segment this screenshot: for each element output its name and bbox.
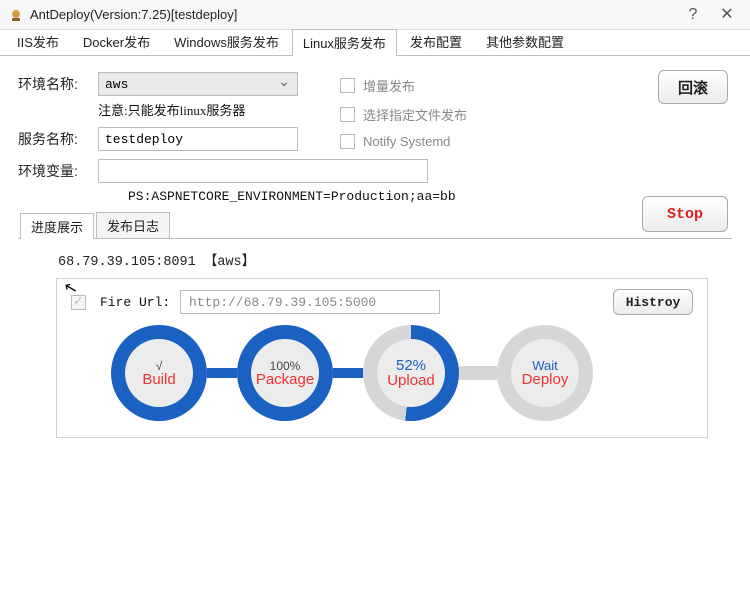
connector [333,368,363,378]
tab-winsvc[interactable]: Windows服务发布 [163,28,290,55]
body-area: 回滚 Stop 增量发布 选择指定文件发布 Notify Systemd 环境名… [0,56,750,438]
connector [207,368,237,378]
titlebar: AntDeploy(Version:7.25)[testdeploy] ? ✕ [0,0,750,30]
env-label: 环境名称: [18,74,98,94]
envvar-label: 环境变量: [18,161,98,181]
option-notify-systemd[interactable]: Notify Systemd [340,134,467,149]
tab-docker[interactable]: Docker发布 [72,28,161,55]
option-select-files[interactable]: 选择指定文件发布 [340,105,467,124]
app-icon [8,7,24,23]
pipeline: √ Build 100% Package 52% [111,325,693,421]
env-select[interactable] [98,72,298,96]
window-title: AntDeploy(Version:7.25)[testdeploy] [30,7,674,22]
connector [459,366,497,380]
checkbox-icon [340,134,355,149]
tab-iis[interactable]: IIS发布 [6,28,70,55]
options-column: 增量发布 选择指定文件发布 Notify Systemd [340,76,467,159]
deploy-box: Fire Url: Histroy √ Build 100% [56,278,708,438]
stage-build: √ Build [111,325,207,421]
stage-name: Package [256,371,314,388]
sub-tabs: 进度展示 发布日志 [18,212,732,239]
main-tabs: IIS发布 Docker发布 Windows服务发布 Linux服务发布 发布配… [0,30,750,56]
option-incremental[interactable]: 增量发布 [340,76,467,95]
service-label: 服务名称: [18,129,98,149]
progress-panel: 68.79.39.105:8091 【aws】 Fire Url: Histro… [18,239,732,438]
service-input[interactable] [98,127,298,151]
close-button[interactable]: ✕ [712,1,742,29]
option-label: Notify Systemd [363,134,450,149]
tab-othercfg[interactable]: 其他参数配置 [475,28,575,55]
subtab-log[interactable]: 发布日志 [96,212,170,238]
stage-name: Build [142,371,175,388]
rollback-button[interactable]: 回滚 [658,70,728,104]
host-line: 68.79.39.105:8091 【aws】 [58,249,716,270]
stage-deploy: Wait Deploy [497,325,593,421]
option-label: 增量发布 [363,76,415,95]
checkbox-icon [340,107,355,122]
fire-label: Fire Url: [100,295,180,310]
option-label: 选择指定文件发布 [363,105,467,124]
stage-package: 100% Package [237,325,333,421]
envvar-input[interactable] [98,159,428,183]
stop-button[interactable]: Stop [642,196,728,232]
fire-url-input[interactable] [180,290,440,314]
fire-checkbox[interactable] [71,295,86,310]
history-button[interactable]: Histroy [613,289,693,315]
stage-name: Upload [387,372,435,389]
stage-upload: 52% Upload [363,325,459,421]
tab-pubcfg[interactable]: 发布配置 [399,28,473,55]
subtab-progress[interactable]: 进度展示 [20,213,94,239]
checkbox-icon [340,78,355,93]
tab-linux[interactable]: Linux服务发布 [292,29,397,56]
help-button[interactable]: ? [678,1,708,29]
stage-name: Deploy [522,371,569,388]
